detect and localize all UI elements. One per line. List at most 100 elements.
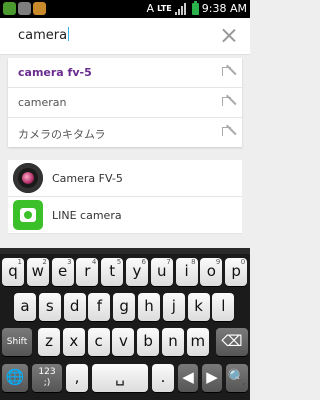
- key-label: f: [96, 297, 103, 315]
- shift-key[interactable]: Shift: [2, 328, 32, 356]
- cursor-left-icon: ◀: [182, 368, 194, 386]
- key-x[interactable]: x: [62, 328, 85, 356]
- key-label: c: [94, 332, 103, 350]
- app-result[interactable]: Camera FV-5: [8, 160, 242, 197]
- key-sublabel: 8: [191, 258, 196, 266]
- comma-key[interactable]: ,: [66, 364, 88, 392]
- key-q[interactable]: q1: [2, 258, 24, 286]
- key-m[interactable]: m: [186, 328, 209, 356]
- space-key[interactable]: ␣: [92, 364, 148, 392]
- key-o[interactable]: o9: [200, 258, 223, 286]
- key-k[interactable]: k: [187, 293, 210, 321]
- suggestions-list: camera fv-5 cameran カメラのキタムラ: [8, 58, 242, 147]
- app-results: Camera FV-5 LINE camera: [8, 160, 242, 234]
- key-sublabel: 6: [141, 258, 146, 266]
- language-icon: 🌐: [5, 368, 25, 386]
- period-key[interactable]: .: [152, 364, 174, 392]
- key-label: y: [132, 262, 142, 280]
- key-n[interactable]: n: [162, 328, 184, 356]
- key-z[interactable]: z: [38, 328, 60, 356]
- key-j[interactable]: j: [162, 293, 185, 321]
- key-s[interactable]: s: [38, 293, 61, 321]
- key-label: d: [69, 297, 80, 315]
- key-label: q: [8, 262, 18, 280]
- key-h[interactable]: h: [138, 293, 160, 321]
- key-e[interactable]: e3: [51, 258, 74, 286]
- cursor-right-key[interactable]: ▶: [202, 364, 222, 392]
- key-f[interactable]: f: [88, 293, 111, 321]
- key-label: .: [160, 368, 166, 386]
- signal-icon: [174, 2, 189, 15]
- key-label: k: [194, 297, 203, 315]
- vibrate-icon: A: [146, 2, 155, 15]
- key-label: Shift: [6, 337, 28, 347]
- key-sublabel: 9: [215, 258, 221, 266]
- language-key[interactable]: 🌐: [2, 364, 28, 392]
- key-l[interactable]: l: [212, 293, 235, 321]
- clear-icon[interactable]: [222, 28, 236, 42]
- key-sublabel: 3: [67, 258, 72, 266]
- key-sublabel: 5: [116, 258, 122, 266]
- line-camera-app-icon: [13, 200, 43, 230]
- key-label: u: [157, 262, 167, 280]
- backspace-key[interactable]: ⌫: [216, 328, 248, 356]
- key-b[interactable]: b: [137, 328, 160, 356]
- space-icon: ␣: [115, 368, 125, 386]
- key-label: l: [221, 297, 226, 315]
- camera-app-icon: [33, 2, 46, 15]
- key-v[interactable]: v: [112, 328, 135, 356]
- search-bar: camera: [0, 18, 250, 55]
- clock: 9:38 AM: [201, 2, 247, 15]
- suggestion-label: cameran: [18, 96, 67, 109]
- search-key[interactable]: 🔍: [226, 364, 248, 392]
- app-name: Camera FV-5: [52, 172, 123, 185]
- camera-fv5-app-icon: [13, 163, 43, 193]
- key-label: s: [45, 297, 54, 315]
- key-r[interactable]: r4: [76, 258, 99, 286]
- key-label: 123 ;): [38, 367, 56, 388]
- key-sublabel: 2: [42, 258, 47, 266]
- key-label: n: [168, 332, 178, 350]
- key-a[interactable]: a: [14, 293, 36, 321]
- key-label: e: [57, 262, 68, 280]
- network-type: LTE: [157, 3, 172, 13]
- insert-arrow-icon[interactable]: [222, 67, 232, 77]
- key-label: p: [231, 262, 241, 280]
- image-icon: [18, 2, 31, 15]
- insert-arrow-icon[interactable]: [222, 127, 232, 137]
- key-label: t: [109, 262, 116, 280]
- battery-icon: [191, 0, 199, 15]
- key-t[interactable]: t5: [101, 258, 124, 286]
- key-label: o: [206, 262, 216, 280]
- key-g[interactable]: g: [113, 293, 136, 321]
- app-result[interactable]: LINE camera: [8, 197, 242, 234]
- key-d[interactable]: d: [63, 293, 86, 321]
- key-c[interactable]: c: [87, 328, 110, 356]
- key-u[interactable]: u7: [150, 258, 173, 286]
- key-label: ,: [74, 368, 80, 386]
- key-i[interactable]: i8: [175, 258, 198, 286]
- cursor-left-key[interactable]: ◀: [178, 364, 198, 392]
- app-name: LINE camera: [52, 209, 122, 222]
- key-label: j: [171, 297, 176, 315]
- text-cursor: [68, 27, 70, 41]
- key-w[interactable]: w2: [26, 258, 49, 286]
- key-label: i: [184, 262, 189, 280]
- key-label: m: [190, 332, 206, 350]
- key-label: v: [118, 332, 128, 350]
- suggestion-label: カメラのキタムラ: [18, 128, 106, 141]
- insert-arrow-icon[interactable]: [222, 97, 232, 107]
- suggestion-item[interactable]: カメラのキタムラ: [8, 118, 242, 147]
- key-label: a: [20, 297, 30, 315]
- symbols-key[interactable]: 123 ;): [32, 364, 62, 392]
- suggestion-item[interactable]: cameran: [8, 88, 242, 118]
- key-label: h: [144, 297, 154, 315]
- suggestion-item[interactable]: camera fv-5: [8, 58, 242, 88]
- search-input[interactable]: camera: [18, 27, 70, 43]
- key-label: b: [143, 332, 153, 350]
- key-sublabel: 4: [91, 258, 97, 266]
- key-y[interactable]: y6: [126, 258, 148, 286]
- key-p[interactable]: p0: [225, 258, 248, 286]
- key-sublabel: 0: [240, 258, 246, 266]
- key-label: r: [84, 262, 91, 280]
